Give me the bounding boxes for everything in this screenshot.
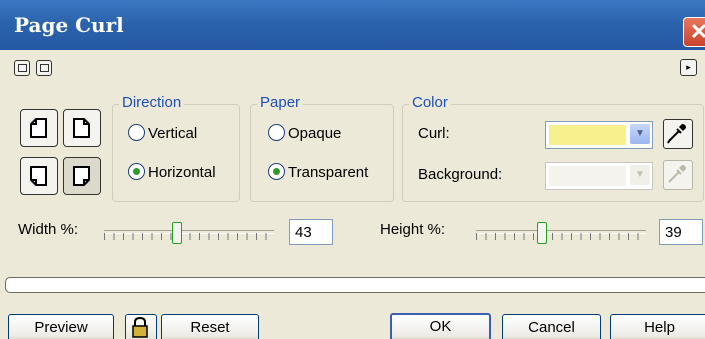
radio-label: Transparent <box>288 164 369 181</box>
chevron-down-icon: ▼ <box>630 124 650 144</box>
view-mode-icon-2[interactable] <box>36 60 52 76</box>
direction-horizontal-radio[interactable]: Horizontal <box>128 163 216 181</box>
paper-legend: Paper <box>257 94 304 111</box>
page-curl-dialog: Page Curl ✕ ▸ Direction Vertical Horizon… <box>0 0 705 339</box>
slider-thumb[interactable] <box>537 222 548 244</box>
width-slider[interactable] <box>104 222 274 244</box>
radio-label: Horizontal <box>148 164 216 181</box>
direction-group <box>112 104 240 202</box>
paper-opaque-radio[interactable]: Opaque <box>268 124 341 142</box>
paper-group <box>250 104 394 202</box>
curl-top-right-icon <box>73 118 90 138</box>
curl-top-left-button[interactable] <box>20 109 58 147</box>
background-color-label: Background: <box>418 166 503 183</box>
view-mode-icon[interactable] <box>14 60 30 76</box>
lock-preview-button[interactable] <box>125 314 157 339</box>
cancel-button[interactable]: Cancel <box>502 314 601 339</box>
curl-bottom-left-button[interactable] <box>20 157 58 195</box>
background-color-swatch <box>549 166 626 186</box>
expand-arrow-button[interactable]: ▸ <box>680 59 697 76</box>
width-value-input[interactable]: 43 <box>289 219 333 245</box>
lock-icon <box>132 316 148 338</box>
curl-bottom-right-icon <box>73 166 90 186</box>
close-button[interactable]: ✕ <box>683 17 705 47</box>
radio-dot <box>128 163 145 180</box>
height-value-input[interactable]: 39 <box>659 219 703 245</box>
slider-ticks <box>104 233 274 240</box>
curl-color-swatch <box>549 125 626 145</box>
curl-top-right-button[interactable] <box>63 109 101 147</box>
help-button[interactable]: Help <box>610 314 705 339</box>
curl-color-label: Curl: <box>418 125 450 142</box>
curl-bottom-left-icon <box>30 166 47 186</box>
direction-legend: Direction <box>119 94 185 111</box>
slider-ticks <box>476 233 646 240</box>
chevron-down-icon: ▼ <box>630 165 650 185</box>
title-bar[interactable]: Page Curl ✕ <box>0 0 705 50</box>
reset-button[interactable]: Reset <box>161 314 259 339</box>
radio-label: Vertical <box>148 125 198 142</box>
radio-dot <box>268 124 285 141</box>
background-eyedropper-button[interactable] <box>663 160 693 190</box>
radio-label: Opaque <box>288 125 342 142</box>
background-color-dropdown[interactable]: ▼ <box>545 162 653 190</box>
preview-button[interactable]: Preview <box>8 314 114 339</box>
height-slider[interactable] <box>476 222 646 244</box>
radio-dot <box>128 124 145 141</box>
height-label: Height %: <box>380 221 446 238</box>
window-title: Page Curl <box>14 13 124 37</box>
curl-color-dropdown[interactable]: ▼ <box>545 121 653 149</box>
ok-button[interactable]: OK <box>390 313 491 339</box>
curl-bottom-right-button[interactable] <box>63 157 101 195</box>
eyedropper-icon <box>668 165 686 183</box>
width-label: Width %: <box>18 221 79 238</box>
direction-vertical-radio[interactable]: Vertical <box>128 124 197 142</box>
radio-dot <box>268 163 285 180</box>
slider-thumb[interactable] <box>172 222 183 244</box>
color-legend: Color <box>409 94 451 111</box>
curl-eyedropper-button[interactable] <box>663 119 693 149</box>
eyedropper-icon <box>667 124 686 144</box>
progress-bar <box>5 277 705 293</box>
curl-top-left-icon <box>30 118 47 138</box>
paper-transparent-radio[interactable]: Transparent <box>268 163 368 181</box>
